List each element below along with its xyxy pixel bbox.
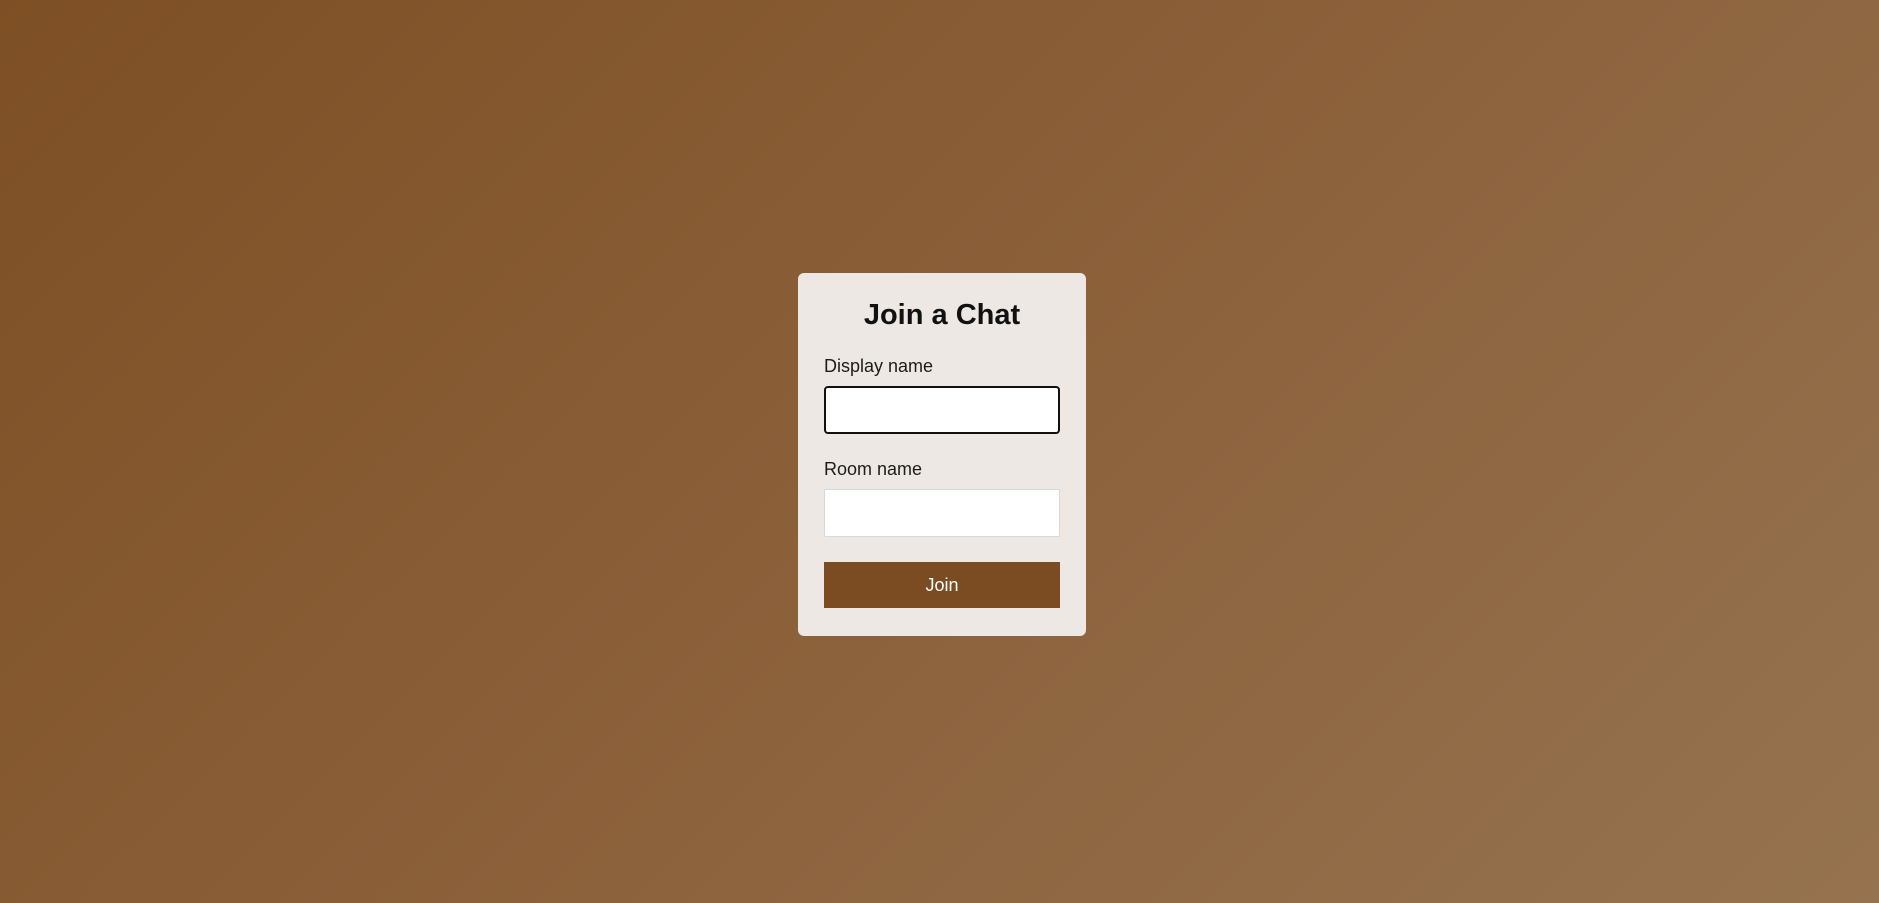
room-name-input[interactable] [824,489,1060,537]
page-title: Join a Chat [863,299,1021,331]
join-button[interactable]: Join [824,562,1060,608]
display-name-label: Display name [824,356,934,376]
join-chat-card: Join a Chat Display name Room name Join [798,273,1086,636]
display-name-input[interactable] [824,386,1060,434]
room-name-label: Room name [824,459,923,479]
